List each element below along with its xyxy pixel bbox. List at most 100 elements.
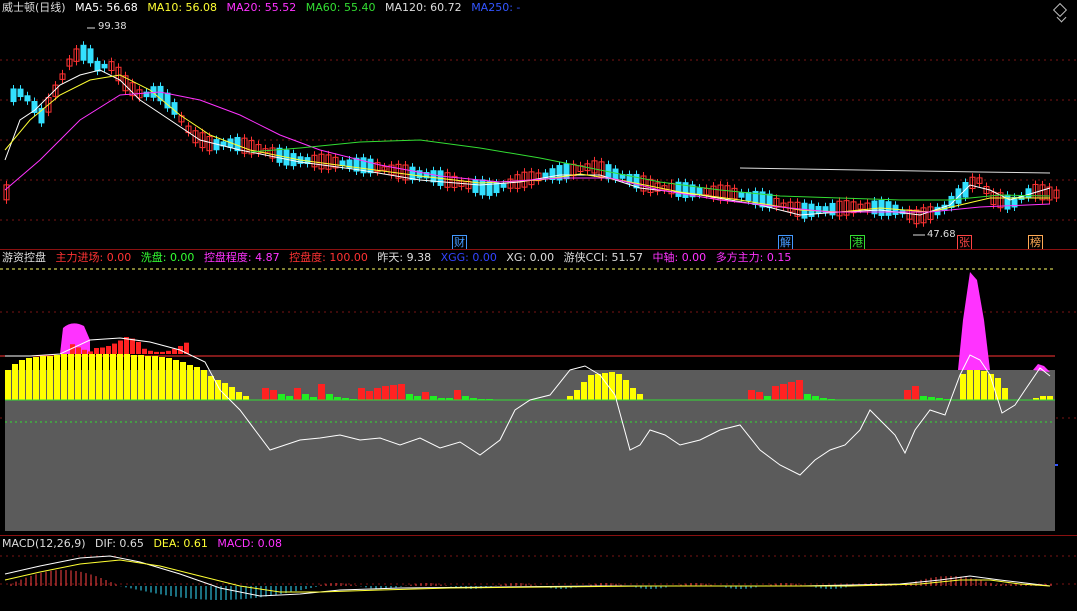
yellow-bar [68,354,74,400]
yellow-bar [40,356,46,400]
dea-line [4,559,1051,593]
yellow-bar [89,354,95,400]
red-bar [172,348,177,354]
red-bar [772,386,779,400]
red-bar [88,351,93,354]
candle-body [738,192,745,198]
yellow-bar [236,392,242,400]
red-bar [390,385,397,400]
yellow-bar [110,354,116,400]
yellow-bar [152,356,158,400]
candle-body [745,191,752,202]
yellow-bar [61,354,67,400]
red-bar [366,391,373,400]
red-bar [130,338,135,354]
candle-body [290,153,297,167]
yellow-bar [173,360,179,400]
yellow-bar [5,370,11,400]
yellow-bar [981,371,987,400]
event-hk-connect[interactable]: 港 [850,235,865,250]
candle-body [696,187,703,195]
yellow-bar [159,357,165,400]
yellow-bar [201,370,207,400]
red-bar [136,341,141,354]
yellow-bar [1040,396,1046,400]
yellow-bar [117,354,123,400]
candle-body [339,160,346,167]
green-bar [462,396,469,400]
candle-body [815,205,822,214]
price-chart-pane[interactable]: 威士顿(日线) MA5: 56.68 MA10: 56.08 MA20: 55.… [0,0,1077,250]
red-bar [780,384,787,400]
yellow-bar [630,388,636,400]
red-bar [756,392,763,400]
yellow-bar [574,390,580,400]
green-bar [430,396,437,400]
green-bar [812,396,819,400]
candle-body [10,88,17,103]
event-unlock[interactable]: 解 [778,235,793,250]
yellow-bar [33,357,39,400]
macd-chart[interactable] [0,536,1077,611]
red-bar [398,384,405,400]
candle-body [1004,194,1011,210]
green-bar [406,394,413,400]
red-bar [100,347,105,354]
green-bar [804,394,811,400]
candlestick-chart[interactable] [0,0,1077,250]
yellow-bar [1002,388,1008,400]
yellow-bar [124,354,130,400]
yellow-bar [180,362,186,400]
candle-body [367,158,374,174]
candle-body [1025,188,1032,199]
green-bar [414,396,421,400]
candle-body [479,179,486,196]
yellow-bar [103,354,109,400]
red-bar [166,350,171,354]
low-price-label: 47.68 [927,229,956,240]
candle-body [94,60,101,72]
event-financial-report[interactable]: 财 [452,235,467,250]
red-bar [76,347,81,354]
yellow-bar [82,354,88,400]
candle-body [493,182,500,194]
red-bar [148,350,153,354]
red-bar [142,348,147,354]
yellow-bar [12,364,18,400]
candle-body [430,170,437,183]
green-bar [764,396,771,400]
candle-body [409,166,416,181]
yellow-bar [75,354,81,400]
yellow-bar [194,367,200,400]
candle-body [87,48,94,64]
ma20-line [4,91,1051,213]
red-bar [118,340,123,354]
red-bar [374,388,381,400]
green-bar [278,394,285,400]
yellow-bar [1047,396,1053,400]
red-bar [318,384,325,400]
event-dragon-tiger-list[interactable]: 榜 [1028,235,1043,250]
yellow-bar [602,373,608,400]
red-bar [358,388,365,400]
red-bar [270,390,277,400]
high-price-label: 99.38 [98,21,127,32]
candle-body [101,63,108,69]
green-bar [920,396,927,400]
macd-pane[interactable]: MACD(12,26,9) DIF: 0.65 DEA: 0.61 MACD: … [0,536,1077,611]
yellow-bar [243,396,249,400]
indicator-chart[interactable] [0,250,1077,535]
red-bar [796,380,803,400]
yellow-bar [567,396,573,400]
yellow-bar [974,370,980,400]
indicator-pane[interactable]: 游资控盘 主力进场: 0.00 洗盘: 0.00 控盘程度: 4.87 控盘度:… [0,250,1077,535]
event-limit-up[interactable]: 张 [957,235,972,250]
red-bar [748,390,755,400]
yellow-bar [960,374,966,400]
yellow-bar [166,358,172,400]
red-bar [422,392,429,400]
yellow-bar [47,356,53,400]
yellow-bar [208,376,214,400]
yellow-bar [623,380,629,400]
yellow-bar [967,370,973,400]
